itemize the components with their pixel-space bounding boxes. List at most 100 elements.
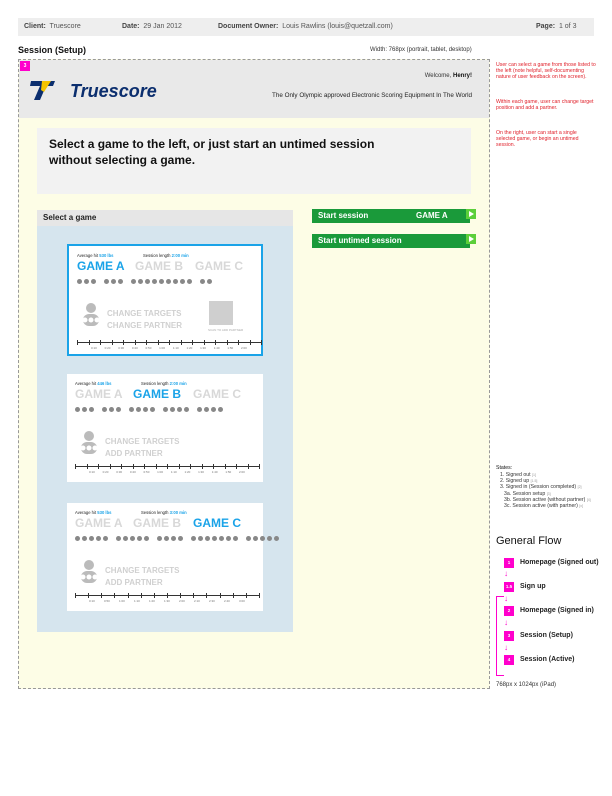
timeline-tick bbox=[153, 593, 155, 598]
partner-link[interactable]: CHANGE PARTNER bbox=[107, 321, 182, 330]
general-flow-title: General Flow bbox=[496, 535, 562, 547]
game-card[interactable]: Average hit 530 lbs Session length 3:00 m… bbox=[67, 503, 279, 611]
target-dot bbox=[200, 279, 205, 284]
timeline-tick bbox=[157, 340, 159, 345]
timeline-tick-label: 2:10 bbox=[194, 599, 200, 603]
flow-step-sign-up[interactable]: Sign up bbox=[520, 583, 546, 590]
game-tab[interactable]: GAME A bbox=[75, 387, 123, 401]
doc-header-bar: Client: Truescore Date: 29 Jan 2012 Docu… bbox=[18, 18, 594, 36]
games-panel-header: Select a game bbox=[37, 210, 293, 226]
timeline-tick bbox=[178, 464, 180, 469]
timeline-tick-label: 2:30 bbox=[209, 599, 215, 603]
timeline-tick-label: 1:30 bbox=[198, 470, 204, 474]
target-dot bbox=[246, 536, 251, 541]
timeline-tick-label: 0:50 bbox=[104, 599, 110, 603]
state-item: 3c. Session active (with partner) [x] bbox=[504, 503, 583, 510]
timeline-tick bbox=[203, 340, 205, 345]
target-dot bbox=[75, 407, 80, 412]
start-session-label: Start session bbox=[318, 211, 369, 220]
down-arrow-icon: ↓ bbox=[504, 569, 508, 578]
target-dot bbox=[233, 536, 238, 541]
target-dot bbox=[191, 536, 196, 541]
session-timeline: 0:10 0:20 0:30 0:40 0:50 1:00 1:10 1:20 1:30 1:40… bbox=[77, 340, 262, 352]
target-dot bbox=[143, 407, 148, 412]
logo-text[interactable]: Truescore bbox=[70, 81, 157, 102]
target-dot bbox=[177, 407, 182, 412]
timeline-tick bbox=[169, 340, 170, 345]
game-tab[interactable]: GAME B bbox=[133, 516, 181, 530]
start-untimed-session-button[interactable]: Start untimed session bbox=[312, 234, 470, 248]
timeline-tick-label: 1:20 bbox=[184, 470, 191, 474]
truescore-logo-icon[interactable] bbox=[29, 79, 57, 101]
down-arrow-icon: ↓ bbox=[504, 618, 508, 627]
partner-qr-code[interactable] bbox=[209, 301, 233, 325]
target-dot bbox=[138, 279, 143, 284]
target-dot bbox=[219, 536, 224, 541]
game-tab[interactable]: GAME A bbox=[75, 516, 123, 530]
timeline-tick-label: 3:00 bbox=[239, 599, 245, 603]
flow-step-homepage-signed-out[interactable]: Homepage (Signed out) bbox=[520, 559, 599, 566]
play-arrow-icon[interactable] bbox=[466, 209, 476, 219]
tagline: The Only Olympic approved Electronic Sco… bbox=[272, 92, 472, 99]
target-dot bbox=[212, 536, 217, 541]
timeline-tick-label: 0:10 bbox=[91, 346, 97, 350]
partner-link[interactable]: ADD PARTNER bbox=[105, 449, 163, 458]
game-tab[interactable]: GAME A bbox=[77, 259, 125, 273]
annotation-note: Within each game, user can change target… bbox=[496, 99, 594, 112]
target-dot bbox=[137, 536, 142, 541]
start-session-button[interactable]: Start session GAME A bbox=[312, 209, 470, 223]
partner-link[interactable]: ADD PARTNER bbox=[105, 578, 163, 587]
game-card[interactable]: Average hit 446 lbs Session length 2:00 m… bbox=[67, 374, 263, 482]
timeline-tick bbox=[132, 464, 134, 469]
client-field: Client: Truescore bbox=[24, 23, 81, 30]
target-dot bbox=[96, 536, 101, 541]
timeline-tick bbox=[123, 340, 124, 345]
timeline-tick bbox=[180, 340, 182, 345]
target-dot bbox=[116, 407, 121, 412]
game-tab[interactable]: GAME C bbox=[193, 516, 241, 530]
target-dot bbox=[84, 279, 89, 284]
user-name[interactable]: Henry! bbox=[453, 73, 472, 79]
target-dot bbox=[129, 407, 134, 412]
timeline-tick-label: 1:20 bbox=[186, 346, 193, 350]
timeline-tick bbox=[75, 593, 76, 598]
target-dot bbox=[82, 407, 87, 412]
target-dot bbox=[145, 279, 150, 284]
flow-step-badge: 1 bbox=[504, 558, 514, 568]
game-card[interactable]: Average hit 530 lbs Session length 2:00 m… bbox=[67, 244, 263, 356]
game-tab[interactable]: GAME B bbox=[133, 387, 181, 401]
session-length-stat: Session length 2:00 min bbox=[141, 381, 187, 386]
target-dot bbox=[77, 279, 82, 284]
timeline-tick bbox=[144, 464, 145, 469]
timeline-tick-label: 1:20 bbox=[149, 599, 155, 603]
change-targets-link[interactable]: CHANGE TARGETS bbox=[105, 566, 180, 575]
timeline-tick bbox=[259, 593, 260, 598]
target-dot bbox=[218, 407, 223, 412]
game-tab[interactable]: GAME B bbox=[135, 259, 183, 273]
target-dot bbox=[89, 536, 94, 541]
timeline-tick bbox=[140, 593, 142, 598]
change-targets-link[interactable]: CHANGE TARGETS bbox=[105, 437, 180, 446]
change-targets-link[interactable]: CHANGE TARGETS bbox=[107, 309, 182, 318]
target-dot bbox=[180, 279, 185, 284]
flow-step-homepage-signed-in[interactable]: Homepage (Signed in) bbox=[520, 607, 594, 614]
timeline-tick-label: 0:50 bbox=[145, 346, 152, 350]
flow-step-session-active[interactable]: Session (Active) bbox=[520, 656, 574, 663]
timeline-tick-label: 0:10 bbox=[89, 599, 95, 603]
timeline-tick bbox=[77, 340, 78, 345]
flow-step-session-setup[interactable]: Session (Setup) bbox=[520, 632, 573, 639]
target-dot bbox=[171, 536, 176, 541]
target-dot bbox=[187, 279, 192, 284]
timeline-tick bbox=[101, 593, 103, 598]
target-dot bbox=[204, 407, 209, 412]
timeline-tick bbox=[226, 340, 228, 345]
target-dot bbox=[75, 536, 80, 541]
target-dot bbox=[178, 536, 183, 541]
timeline-tick-label: 0:30 bbox=[118, 346, 125, 350]
width-note: Width: 768px (portrait, tablet, desktop) bbox=[370, 47, 472, 53]
game-tab[interactable]: GAME C bbox=[193, 387, 241, 401]
game-tab[interactable]: GAME C bbox=[195, 259, 243, 273]
target-dot bbox=[116, 536, 121, 541]
play-arrow-icon[interactable] bbox=[466, 234, 476, 244]
device-size-note: 768px x 1024px (iPad) bbox=[496, 682, 557, 688]
